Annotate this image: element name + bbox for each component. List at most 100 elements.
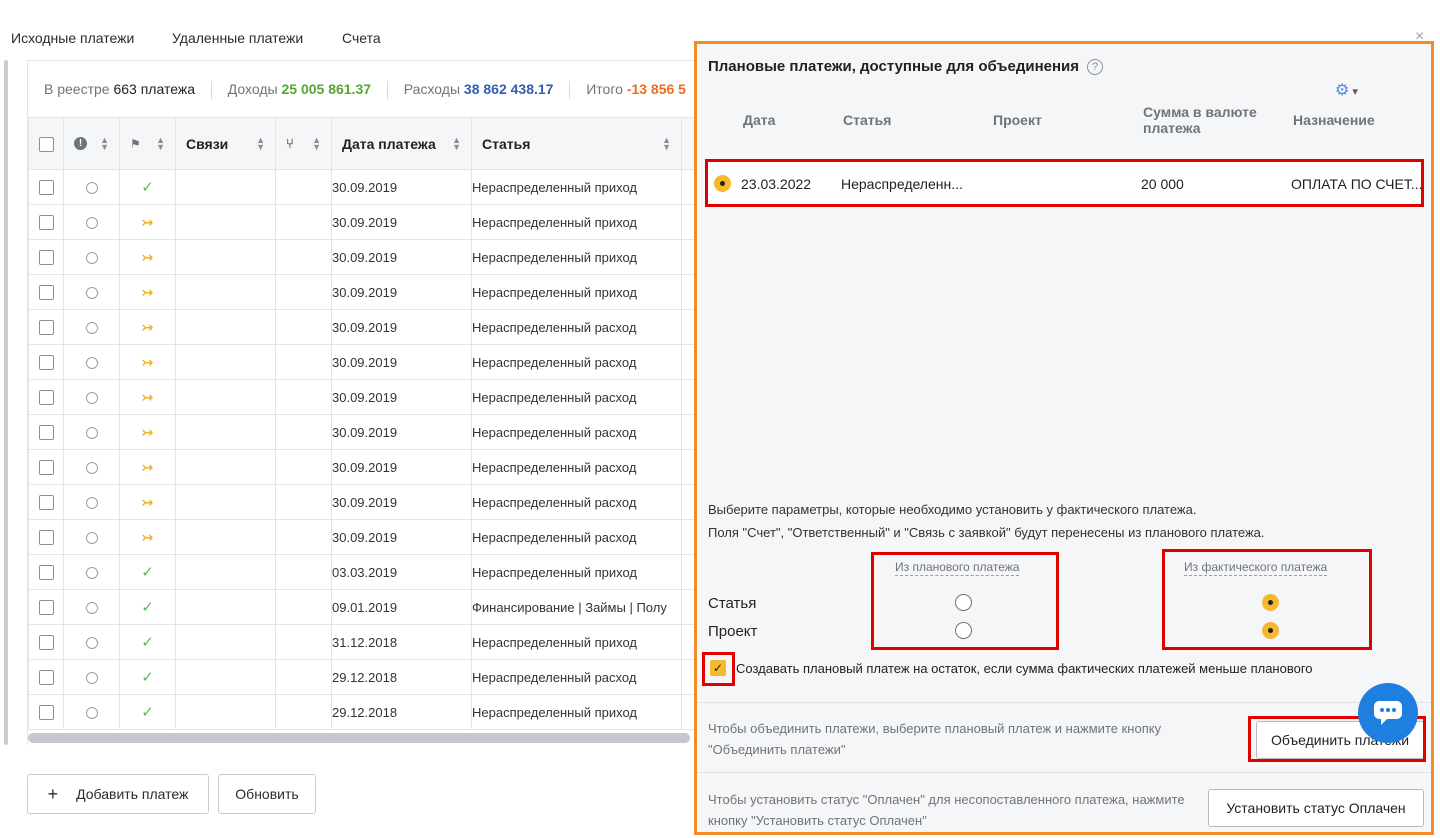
row-select[interactable] (28, 309, 64, 345)
row-checkbox[interactable] (38, 600, 54, 616)
row-select[interactable] (28, 204, 64, 240)
table-row[interactable]: ↣ 30.09.2019 Нераспределенный расход (28, 344, 700, 380)
table-row[interactable]: ↣ 30.09.2019 Нераспределенный расход (28, 414, 700, 450)
table-row[interactable]: ↣ 30.09.2019 Нераспределенный расход (28, 449, 700, 485)
row-links (175, 449, 276, 485)
row-article: Нераспределенный расход (471, 344, 682, 380)
row-checkbox[interactable] (38, 495, 54, 511)
header-date[interactable]: Дата платежа ▲ ▼ (331, 117, 472, 170)
vertical-scrollbar[interactable] (4, 60, 8, 745)
from-plan-header[interactable]: Из планового платежа (895, 560, 1020, 576)
registry-count-label: В реестре (44, 81, 110, 97)
table-row[interactable]: ✓ 03.03.2019 Нераспределенный приход (28, 554, 700, 590)
payments-table: ! ▲ ▼ ⚑ ▲ ▼ Связи ▲ ▼ ⑂ ▲ ▼ Дата платежа ▲ ▼ Стать… (28, 117, 700, 730)
tab-accounts[interactable]: Счета (342, 30, 381, 46)
row-alert (63, 204, 120, 240)
sort-icon[interactable]: ▲ ▼ (662, 135, 671, 151)
sort-icon[interactable]: ▲ ▼ (156, 135, 165, 151)
set-paid-status-button[interactable]: Установить статус Оплачен (1208, 789, 1424, 827)
refresh-button[interactable]: Обновить (218, 774, 316, 814)
row-select[interactable] (28, 519, 64, 555)
row-checkbox[interactable] (38, 530, 54, 546)
gear-icon[interactable]: ⚙ ▾ (1335, 80, 1358, 100)
project-from-fact-radio[interactable] (1262, 622, 1279, 639)
row-checkbox[interactable] (38, 320, 54, 336)
tab-source-payments[interactable]: Исходные платежи (11, 30, 134, 46)
header-alert[interactable]: ! ▲ ▼ (63, 117, 120, 170)
row-checkbox[interactable] (38, 180, 54, 196)
status-circle-icon (85, 252, 98, 265)
row-select[interactable] (28, 694, 64, 730)
header-select-all[interactable] (28, 117, 64, 170)
add-payment-button[interactable]: + Добавить платеж (27, 774, 209, 814)
header-branch[interactable]: ⑂ ▲ ▼ (275, 117, 332, 170)
status-circle-icon (85, 427, 98, 440)
table-row[interactable]: ↣ 30.09.2019 Нераспределенный приход (28, 274, 700, 310)
table-row[interactable]: ↣ 30.09.2019 Нераспределенный приход (28, 204, 700, 240)
row-date: 31.12.2018 (331, 624, 472, 660)
row-checkbox[interactable] (38, 215, 54, 231)
check-icon: ✓ (141, 634, 154, 651)
sort-icon[interactable]: ▲ ▼ (256, 135, 265, 151)
row-select[interactable] (28, 274, 64, 310)
row-select[interactable] (28, 169, 64, 205)
row-select[interactable] (28, 659, 64, 695)
row-branch (275, 169, 332, 205)
row-checkbox[interactable] (38, 355, 54, 371)
table-row[interactable]: ↣ 30.09.2019 Нераспределенный приход (28, 239, 700, 275)
row-select[interactable] (28, 624, 64, 660)
sort-icon[interactable]: ▲ ▼ (452, 135, 461, 151)
from-fact-header[interactable]: Из фактического платежа (1184, 560, 1328, 576)
row-checkbox[interactable] (38, 670, 54, 686)
header-links[interactable]: Связи ▲ ▼ (175, 117, 276, 170)
row-select[interactable] (28, 414, 64, 450)
row-select[interactable] (28, 449, 64, 485)
row-checkbox[interactable] (38, 390, 54, 406)
row-checkbox[interactable] (38, 425, 54, 441)
table-row[interactable]: ↣ 30.09.2019 Нераспределенный расход (28, 309, 700, 345)
col-date: Дата (743, 112, 776, 128)
article-from-plan-radio[interactable] (955, 594, 972, 611)
header-flag[interactable]: ⚑ ▲ ▼ (119, 117, 176, 170)
project-from-plan-radio[interactable] (955, 622, 972, 639)
table-row[interactable]: ✓ 29.12.2018 Нераспределенный приход (28, 694, 700, 730)
row-checkbox[interactable] (38, 565, 54, 581)
row-links (175, 274, 276, 310)
table-row[interactable]: ✓ 29.12.2018 Нераспределенный расход (28, 659, 700, 695)
table-row[interactable]: ✓ 31.12.2018 Нераспределенный приход (28, 624, 700, 660)
horizontal-scrollbar[interactable] (28, 733, 690, 743)
table-row[interactable]: ↣ 30.09.2019 Нераспределенный расход (28, 379, 700, 415)
row-select[interactable] (28, 344, 64, 380)
article-from-fact-radio[interactable] (1262, 594, 1279, 611)
row-checkbox[interactable] (38, 285, 54, 301)
select-all-checkbox[interactable] (38, 136, 54, 152)
row-radio[interactable] (714, 175, 731, 192)
row-select[interactable] (28, 484, 64, 520)
payments-registry: В реестре 663 платежа Доходы 25 005 861.… (27, 60, 700, 745)
row-flag: ↣ (119, 344, 176, 380)
sort-icon[interactable]: ▲ ▼ (312, 135, 321, 151)
planned-payment-row[interactable]: 23.03.2022 Нераспределенн... 20 000 ОПЛА… (705, 159, 1424, 207)
row-checkbox[interactable] (38, 250, 54, 266)
help-icon[interactable]: ? (1087, 59, 1104, 75)
chat-button[interactable] (1358, 683, 1418, 743)
table-row[interactable]: ✓ 09.01.2019 Финансирование | Займы | Полу (28, 589, 700, 625)
row-select[interactable] (28, 379, 64, 415)
row-select[interactable] (28, 554, 64, 590)
row-checkbox[interactable] (38, 635, 54, 651)
create-remainder-label[interactable]: Создавать плановый платеж на остаток, ес… (736, 661, 1313, 676)
merge-payments-modal: Плановые платежи, доступные для объедине… (694, 41, 1434, 835)
table-row[interactable]: ↣ 30.09.2019 Нераспределенный расход (28, 519, 700, 555)
table-row[interactable]: ↣ 30.09.2019 Нераспределенный расход (28, 484, 700, 520)
row-checkbox[interactable] (38, 705, 54, 721)
create-remainder-checkbox[interactable]: ✓ (710, 660, 726, 676)
tab-deleted-payments[interactable]: Удаленные платежи (172, 30, 303, 46)
row-checkbox[interactable] (38, 460, 54, 476)
sort-icon[interactable]: ▲ ▼ (100, 135, 109, 151)
row-select[interactable] (28, 239, 64, 275)
header-article[interactable]: Статья ▲ ▼ (471, 117, 682, 170)
row-date: 30.09.2019 (331, 379, 472, 415)
table-row[interactable]: ✓ 30.09.2019 Нераспределенный приход (28, 169, 700, 205)
param-project-label: Проект (708, 623, 758, 640)
row-select[interactable] (28, 589, 64, 625)
